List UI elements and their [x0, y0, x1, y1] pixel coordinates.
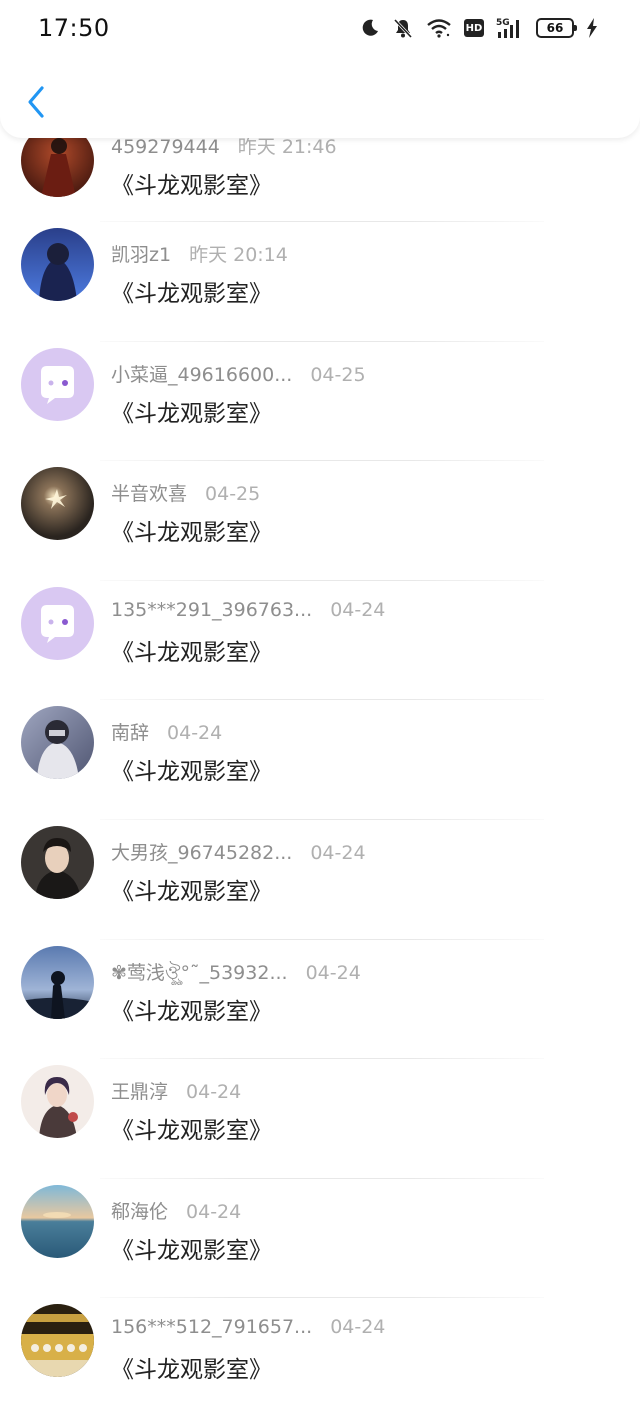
- conversation-meta: 王鼎淳 04-24: [111, 1077, 241, 1104]
- moon-icon: [360, 18, 380, 38]
- back-button[interactable]: [20, 84, 52, 124]
- list-item[interactable]: 小菜逼_49616600... 04-25 《斗龙观影室》: [0, 342, 640, 462]
- conversation-meta: 135***291_396763... 04-24: [111, 599, 385, 621]
- conversation-meta: 南辞 04-24: [111, 718, 222, 745]
- top-header-card: 17:50 HD 5G 66: [0, 0, 640, 138]
- wifi-icon: [426, 18, 452, 38]
- message-time: 04-24: [167, 722, 223, 745]
- status-icons: HD 5G 66: [360, 14, 598, 42]
- list-item[interactable]: 大男孩_96745282... 04-24 《斗龙观影室》: [0, 820, 640, 940]
- message-preview: 《斗龙观影室》: [111, 520, 272, 547]
- avatar: [21, 1065, 94, 1139]
- list-item[interactable]: 135***291_396763... 04-24 《斗龙观影室》: [0, 581, 640, 701]
- avatar: [21, 945, 94, 1019]
- list-item[interactable]: 王鼎淳 04-24 《斗龙观影室》: [0, 1059, 640, 1179]
- sender-name: 156***512_791657...: [111, 1316, 313, 1339]
- sender-name: 凯羽z1: [111, 244, 172, 266]
- message-time: 04-24: [330, 598, 386, 621]
- message-time: 04-24: [305, 961, 361, 984]
- message-preview: 《斗龙观影室》: [111, 878, 272, 905]
- conversation-meta: 小菜逼_49616600... 04-25: [111, 360, 366, 387]
- bell-mute-icon: [392, 17, 414, 39]
- message-preview: 《斗龙观影室》: [111, 639, 272, 666]
- sender-name: 郗海伦: [111, 1200, 169, 1223]
- avatar: [21, 347, 94, 421]
- conversation-meta: 凯羽z1 昨天 20:14: [111, 240, 288, 267]
- avatar: [21, 228, 94, 301]
- avatar: [21, 825, 94, 899]
- list-item[interactable]: 郗海伦 04-24 《斗龙观影室》: [0, 1179, 640, 1299]
- chevron-left-icon: [26, 85, 46, 123]
- signal-5g-icon: 5G: [496, 17, 524, 39]
- sender-name: 王鼎淳: [111, 1081, 169, 1104]
- conversation-meta: 郗海伦 04-24: [111, 1197, 241, 1224]
- message-time: 昨天 20:14: [189, 244, 288, 266]
- avatar: [21, 467, 94, 541]
- sender-name: 459279444: [111, 136, 220, 158]
- message-preview: 《斗龙观影室》: [111, 400, 272, 427]
- sender-name: 南辞: [111, 722, 150, 745]
- sender-name: 半音欢喜: [111, 483, 188, 506]
- message-preview: 《斗龙观影室》: [111, 173, 272, 199]
- hd-icon: HD: [464, 19, 484, 37]
- avatar: [21, 1184, 94, 1258]
- sender-name: 135***291_396763...: [111, 598, 313, 621]
- svg-text:5G: 5G: [496, 18, 510, 28]
- message-preview: 《斗龙观影室》: [111, 1357, 272, 1384]
- message-time: 04-24: [186, 1081, 242, 1104]
- conversation-meta: 156***512_791657... 04-24: [111, 1316, 385, 1338]
- avatar: [21, 706, 94, 780]
- status-time: 17:50: [38, 14, 110, 42]
- list-item[interactable]: 半音欢喜 04-25 《斗龙观影室》: [0, 461, 640, 581]
- message-time: 04-24: [310, 841, 366, 864]
- sender-name: 小菜逼_49616600...: [111, 363, 293, 386]
- message-time: 04-25: [310, 363, 366, 386]
- conversation-list: 459279444 昨天 21:46 《斗龙观影室》 凯羽z1 昨天 20:14 《…: [0, 118, 640, 1418]
- message-preview: 《斗龙观影室》: [111, 759, 272, 786]
- sender-name: ✾莺浅ঔৣ°˜_53932...: [111, 961, 288, 984]
- message-time: 04-25: [205, 483, 261, 506]
- avatar: [21, 586, 94, 660]
- status-bar: 17:50 HD 5G 66: [0, 0, 640, 56]
- conversation-meta: 大男孩_96745282... 04-24: [111, 838, 366, 865]
- avatar: [21, 1304, 94, 1378]
- message-preview: 《斗龙观影室》: [111, 1237, 272, 1264]
- sender-name: 大男孩_96745282...: [111, 841, 293, 864]
- charging-icon: [586, 18, 598, 38]
- list-item[interactable]: 156***512_791657... 04-24 《斗龙观影室》: [0, 1298, 640, 1418]
- list-item[interactable]: 凯羽z1 昨天 20:14 《斗龙观影室》: [0, 222, 640, 342]
- message-preview: 《斗龙观影室》: [111, 281, 272, 307]
- message-preview: 《斗龙观影室》: [111, 1118, 272, 1145]
- conversation-meta: 半音欢喜 04-25: [111, 479, 260, 506]
- list-item[interactable]: ✾莺浅ঔৣ°˜_53932... 04-24 《斗龙观影室》: [0, 940, 640, 1060]
- conversation-meta: ✾莺浅ঔৣ°˜_53932... 04-24: [111, 958, 361, 991]
- message-time: 04-24: [330, 1316, 386, 1339]
- message-time: 04-24: [186, 1200, 242, 1223]
- battery-icon: 66: [536, 18, 577, 38]
- message-preview: 《斗龙观影室》: [111, 998, 272, 1025]
- list-item[interactable]: 南辞 04-24 《斗龙观影室》: [0, 700, 640, 820]
